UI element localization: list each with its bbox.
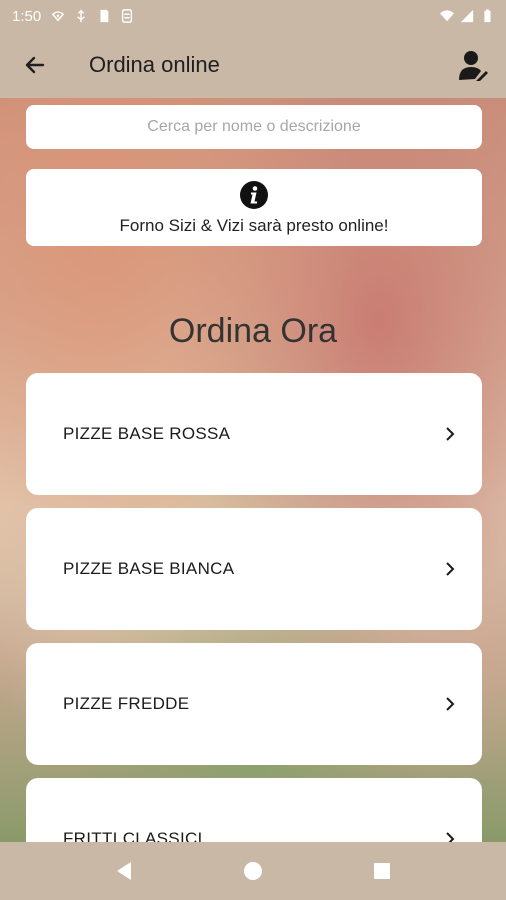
cell-signal-icon <box>460 9 474 23</box>
chevron-right-icon <box>446 697 455 711</box>
category-label: PIZZE BASE ROSSA <box>63 424 231 443</box>
category-item[interactable]: FRITTI CLASSICI <box>26 778 482 842</box>
search-placeholder: Cerca per nome o descrizione <box>147 118 361 135</box>
sync-icon <box>122 9 133 23</box>
wifi-icon <box>51 11 65 22</box>
category-item[interactable]: PIZZE BASE ROSSA <box>26 373 482 495</box>
chevron-right-icon <box>446 562 455 576</box>
category-label: PIZZE BASE BIANCA <box>63 559 235 578</box>
square-recents-icon <box>373 863 390 879</box>
account-icon <box>459 51 488 81</box>
usb-icon <box>77 9 86 23</box>
info-text: Forno Sizi & Vizi sarà presto online! <box>119 215 389 235</box>
back-button[interactable] <box>0 32 70 98</box>
status-bar: 1:50 <box>0 0 506 32</box>
system-nav-bar <box>0 842 506 900</box>
info-card: Forno Sizi & Vizi sarà presto online! <box>26 169 482 246</box>
account-button[interactable] <box>440 32 506 98</box>
triangle-back-icon <box>117 862 132 880</box>
category-item[interactable]: PIZZE FREDDE <box>26 643 482 765</box>
chevron-right-icon <box>446 427 455 441</box>
app-bar: Ordina online <box>0 32 506 98</box>
status-time: 1:50 <box>12 7 42 25</box>
page-title: Ordina online <box>89 52 220 77</box>
nav-recents-button[interactable] <box>362 851 402 891</box>
info-icon <box>240 180 268 209</box>
nav-home-button[interactable] <box>233 851 273 891</box>
arrow-left-icon <box>25 56 45 74</box>
content-area: Cerca per nome o descrizione Forno Sizi … <box>0 98 506 842</box>
battery-icon <box>484 9 491 23</box>
sd-card-icon <box>100 9 109 23</box>
category-item[interactable]: PIZZE BASE BIANCA <box>26 508 482 630</box>
section-title: Ordina Ora <box>168 312 338 350</box>
search-input[interactable]: Cerca per nome o descrizione <box>26 105 482 149</box>
category-label: FRITTI CLASSICI <box>63 829 203 842</box>
circle-home-icon <box>243 862 262 880</box>
chevron-right-icon <box>446 832 455 842</box>
nav-back-button[interactable] <box>104 851 144 891</box>
wifi-signal-icon <box>440 10 454 22</box>
category-label: PIZZE FREDDE <box>63 694 190 713</box>
